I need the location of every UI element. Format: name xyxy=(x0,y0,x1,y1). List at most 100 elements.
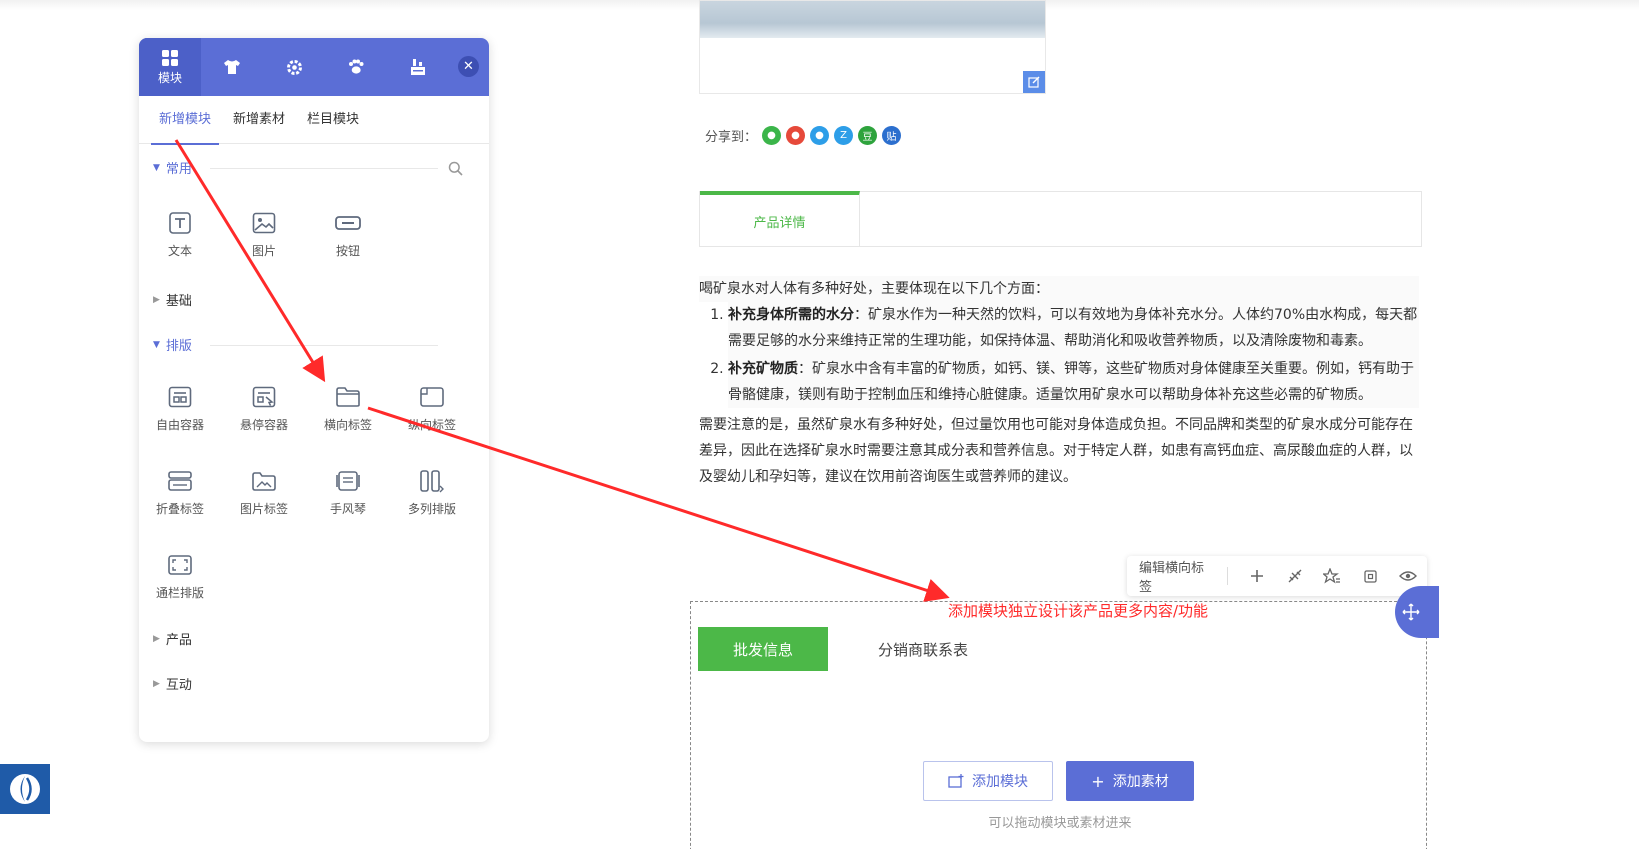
annotation-text: 添加模块独立设计该产品更多内容/功能 xyxy=(948,602,1209,620)
tieba-icon[interactable]: 贴 xyxy=(882,126,902,145)
add-material-button[interactable]: + 添加素材 xyxy=(1066,761,1194,801)
module-multi-column[interactable]: 多列排版 xyxy=(392,466,472,517)
add-module-button[interactable]: 添加模块 xyxy=(923,761,1053,801)
section-interact-header[interactable]: ▶ 互动 xyxy=(153,674,192,693)
edit-image-button[interactable] xyxy=(1023,71,1045,93)
section-basic-header[interactable]: ▶ 基础 xyxy=(153,290,192,309)
image-tab-icon xyxy=(252,472,276,491)
add-icon[interactable] xyxy=(1238,569,1276,583)
section-product-label: 产品 xyxy=(165,633,192,648)
share-label: 分享到： xyxy=(705,130,758,145)
wechat-icon[interactable]: ● xyxy=(762,126,782,145)
star-settings-icon[interactable] xyxy=(1313,568,1351,584)
panel-close-button[interactable]: ✕ xyxy=(458,56,479,77)
module-image-tabs-label: 图片标签 xyxy=(239,502,288,516)
product-image[interactable] xyxy=(699,0,1046,94)
shirt-icon xyxy=(224,60,240,74)
caret-right-icon: ▶ xyxy=(153,678,160,689)
search-icon[interactable] xyxy=(448,161,463,180)
product-photo xyxy=(700,1,1045,38)
module-image-tabs[interactable]: 图片标签 xyxy=(224,466,304,517)
section-interact-label: 互动 xyxy=(165,678,192,693)
article-list: 补充身体所需的水分：矿泉水作为一种天然的饮料，可以有效地为身体补充水分。人体约7… xyxy=(728,302,1419,408)
point-title: 补充矿物质 xyxy=(728,361,798,377)
point-body: ：矿泉水中含有丰富的矿物质，如钙、镁、钾等，这些矿物质对身体健康至关重要。例如，… xyxy=(728,361,1414,403)
drag-handle[interactable] xyxy=(1395,586,1439,638)
unlink-icon[interactable] xyxy=(1276,568,1314,584)
module-accordion[interactable]: 手风琴 xyxy=(308,466,388,517)
douban-icon[interactable]: 豆 xyxy=(858,126,878,145)
product-description: 喝矿泉水对人体有多种好处，主要体现在以下几个方面： 补充身体所需的水分：矿泉水作… xyxy=(699,276,1419,490)
module-collapse-tabs[interactable]: 折叠标签 xyxy=(140,466,220,517)
section-layout-header[interactable]: ▼ 排版 xyxy=(153,335,192,354)
qzone-icon[interactable]: Z xyxy=(834,126,854,145)
section-common-label: 常用 xyxy=(165,162,192,177)
section-common-header[interactable]: ▼ 常用 xyxy=(153,158,192,177)
tab-settings[interactable] xyxy=(263,38,325,96)
tab-product-detail[interactable]: 产品详情 xyxy=(700,191,860,247)
section-product-header[interactable]: ▶ 产品 xyxy=(153,629,192,648)
module-button-label: 按钮 xyxy=(335,244,360,258)
hover-container-icon xyxy=(252,386,276,408)
module-button[interactable]: 按钮 xyxy=(308,208,388,259)
folder-tab-icon xyxy=(336,387,360,407)
module-hover-container[interactable]: 悬停容器 xyxy=(224,382,304,433)
list-item: 补充矿物质：矿泉水中含有丰富的矿物质，如钙、镁、钾等，这些矿物质对身体健康至关重… xyxy=(728,356,1419,408)
module-image-label: 图片 xyxy=(251,244,276,258)
module-vertical-tabs-label: 纵向标签 xyxy=(407,418,456,432)
text-icon xyxy=(169,212,191,234)
qq-icon[interactable]: ● xyxy=(810,126,830,145)
caret-down-icon: ▼ xyxy=(153,162,160,173)
section-divider xyxy=(210,345,438,346)
module-free-container[interactable]: 自由容器 xyxy=(140,382,220,433)
module-text-label: 文本 xyxy=(167,244,192,258)
edit-horizontal-tabs-button[interactable]: 编辑横向标签 xyxy=(1139,557,1217,595)
toolbar-divider xyxy=(1226,567,1228,585)
accordion-icon xyxy=(336,471,360,491)
tab-modules[interactable]: 模块 xyxy=(139,38,201,96)
eye-icon[interactable] xyxy=(1389,570,1427,582)
collapse-icon xyxy=(168,471,192,491)
add-material-label: 添加素材 xyxy=(1112,774,1169,790)
tab-pets[interactable] xyxy=(325,38,387,96)
move-icon xyxy=(1402,603,1420,621)
full-width-icon xyxy=(168,555,192,575)
drag-hint: 可以拖动模块或素材进来 xyxy=(988,816,1132,831)
article-note: 需要注意的是，虽然矿泉水有多种好处，但过量饮用也可能对身体造成负担。不同品牌和类… xyxy=(699,417,1413,485)
module-full-width-label: 通栏排版 xyxy=(155,586,204,600)
section-basic-label: 基础 xyxy=(165,294,192,309)
image-icon xyxy=(252,212,276,234)
help-float-button[interactable] xyxy=(0,764,50,814)
module-horizontal-tabs-label: 横向标签 xyxy=(323,418,372,432)
section-divider xyxy=(210,168,438,169)
tab-distributor-contacts[interactable]: 分销商联系表 xyxy=(858,627,988,671)
module-full-width[interactable]: 通栏排版 xyxy=(140,550,220,601)
module-image[interactable]: 图片 xyxy=(224,208,304,259)
subtab-add-module[interactable]: 新增模块 xyxy=(150,96,220,145)
module-edit-toolbar: 编辑横向标签 xyxy=(1127,556,1427,596)
tab-style[interactable] xyxy=(201,38,263,96)
module-text[interactable]: 文本 xyxy=(140,208,220,259)
share-bar: 分享到： ● ● ● Z 豆 贴 xyxy=(705,126,902,145)
module-collapse-tabs-label: 折叠标签 xyxy=(155,502,204,516)
subtab-add-material[interactable]: 新增素材 xyxy=(233,96,285,144)
edit-icon xyxy=(1028,76,1040,88)
module-free-container-label: 自由容器 xyxy=(155,418,204,432)
grid-icon xyxy=(162,49,178,66)
panel-subtabs: 新增模块 新增素材 栏目模块 xyxy=(139,96,489,145)
paw-icon xyxy=(349,59,364,74)
tab-layers[interactable] xyxy=(387,38,449,96)
article-intro: 喝矿泉水对人体有多种好处，主要体现在以下几个方面： xyxy=(699,276,1419,302)
tab-wholesale-info[interactable]: 批发信息 xyxy=(698,627,828,671)
panel-header: 模块 ✕ xyxy=(139,38,489,96)
caret-down-icon: ▼ xyxy=(153,339,160,350)
vertical-tab-icon xyxy=(420,387,444,407)
layers-icon xyxy=(411,59,425,75)
plus-icon: + xyxy=(1091,771,1105,791)
copy-icon[interactable] xyxy=(1351,569,1389,584)
module-horizontal-tabs[interactable]: 横向标签 xyxy=(308,382,388,433)
weibo-icon[interactable]: ● xyxy=(786,126,806,145)
section-layout-label: 排版 xyxy=(165,339,192,354)
module-vertical-tabs[interactable]: 纵向标签 xyxy=(392,382,472,433)
subtab-column-module[interactable]: 栏目模块 xyxy=(307,96,359,144)
